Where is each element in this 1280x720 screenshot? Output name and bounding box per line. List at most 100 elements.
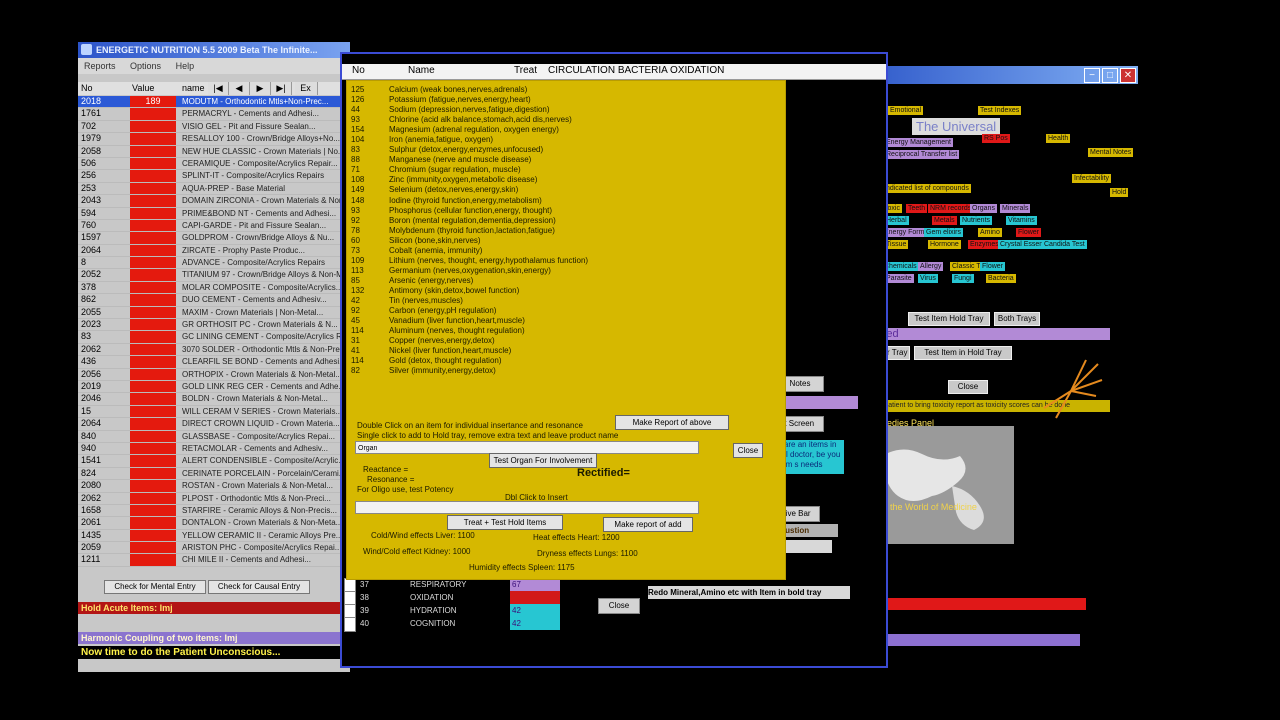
table-row[interactable]: 15 WILL CERAM V SERIES - Crown Materials.… bbox=[78, 405, 350, 419]
make-report-add-button[interactable]: Make report of add bbox=[603, 517, 693, 532]
test-item-hold-tray-button[interactable]: Test Item in Hold Tray above bbox=[914, 346, 1012, 369]
category-chip[interactable]: Parasite bbox=[884, 274, 914, 283]
minimize-icon[interactable]: − bbox=[1084, 68, 1100, 83]
close-button[interactable]: Close bbox=[948, 380, 988, 394]
category-chip[interactable]: Energy Management bbox=[884, 138, 953, 147]
category-chip[interactable]: Indicated list of compounds bbox=[882, 184, 971, 193]
menu-reports[interactable]: Reports bbox=[84, 61, 116, 71]
test-hold-tray-button[interactable]: Test Item Hold Tray above bbox=[908, 312, 990, 335]
table-row[interactable]: 2059 ARISTON PHC - Composite/Acrylics Rep… bbox=[78, 542, 350, 555]
nav-next-button[interactable]: ▶ bbox=[250, 82, 271, 95]
column-no[interactable]: No bbox=[81, 82, 93, 95]
close-button[interactable]: Close bbox=[598, 598, 640, 614]
list-item[interactable]: 92 Carbon (energy,pH regulation) bbox=[349, 306, 779, 316]
bold-tray-button[interactable]: Redo Mineral,Amino etc with Item in bold… bbox=[648, 586, 850, 599]
list-item[interactable]: 104 Iron (anemia,fatigue, oxygen) bbox=[349, 135, 779, 145]
table-row[interactable]: 2056 ORTHOPIX - Crown Materials & Non-Met… bbox=[78, 368, 350, 381]
category-chip[interactable]: Test Indexes bbox=[978, 106, 1022, 115]
list-item[interactable]: 109 Lithium (nerves, thought, energy,hypo… bbox=[349, 256, 779, 266]
list-item[interactable]: 88 Manganese (nerve and muscle disease) bbox=[349, 155, 779, 165]
make-report-above-button[interactable]: Make Report of above bbox=[615, 415, 729, 430]
list-item[interactable]: 114 Gold (detox, thought regulation) bbox=[349, 356, 779, 366]
table-row[interactable]: 862 DUO CEMENT - Cements and Adhesiv... bbox=[78, 294, 350, 307]
table-row[interactable]: 2062 PLPOST - Orthodontic Mtls & Non-Prec… bbox=[78, 492, 350, 505]
test-organ-button[interactable]: Test Organ For Involvement bbox=[489, 453, 597, 468]
table-row[interactable]: 253 AQUA-PREP - Base Material bbox=[78, 182, 350, 196]
category-chip[interactable]: Minerals bbox=[1000, 204, 1031, 213]
list-item[interactable]: 78 Molybdenum (thyroid function,lactation… bbox=[349, 226, 779, 236]
list-item[interactable]: 31 Copper (nerves,energy,detox) bbox=[349, 336, 779, 346]
table-row[interactable]: 8 ADVANCE - Composite/Acrylics Repairs bbox=[78, 257, 350, 270]
list-item[interactable]: 126 Potassium (fatigue,nerves,energy,hear… bbox=[349, 95, 779, 105]
category-chip[interactable]: NRM records bbox=[928, 204, 974, 213]
list-item[interactable]: 149 Selenium (detox,nerves,energy,skin) bbox=[349, 185, 779, 195]
category-chip[interactable]: Flower bbox=[980, 262, 1006, 271]
category-chip[interactable]: Enzymes bbox=[968, 240, 1001, 249]
table-row[interactable]: 594 PRIME&BOND NT - Cements and Adhesi... bbox=[78, 207, 350, 220]
category-chip[interactable]: Mental Notes bbox=[1088, 148, 1134, 157]
category-chip[interactable]: Infectability bbox=[1072, 174, 1112, 183]
list-item[interactable]: 45 Vanadium (liver function,heart,muscle) bbox=[349, 316, 779, 326]
category-chip[interactable]: Organs bbox=[970, 204, 997, 213]
maximize-icon[interactable]: □ bbox=[1102, 68, 1118, 83]
table-row[interactable]: 2062 3070 SOLDER - Orthodontic Mtls & Non… bbox=[78, 343, 350, 357]
insert-input[interactable] bbox=[355, 501, 699, 514]
check-mental-entry-button[interactable]: Check for Mental Entry bbox=[104, 580, 206, 594]
list-item[interactable]: 71 Chromium (sugar regulation, muscle) bbox=[349, 165, 779, 175]
list-item[interactable]: 85 Arsenic (energy,nerves) bbox=[349, 276, 779, 286]
table-row[interactable]: 760 CAPI-GARDE - Pit and Fissure Sealan..… bbox=[78, 219, 350, 233]
table-row[interactable]: 1435 YELLOW CERAMIC II - Ceramic Alloys P… bbox=[78, 529, 350, 543]
table-row[interactable]: 2055 MAXIM - Crown Materials | Non-Metal.… bbox=[78, 306, 350, 320]
list-item[interactable]: 114 Aluminum (nerves, thought regulation) bbox=[349, 326, 779, 336]
table-row[interactable]: 1597 GOLDPROM - Crown/Bridge Alloys & Nu.… bbox=[78, 232, 350, 245]
table-row[interactable]: 2064 ZIRCATE - Prophy Paste Produc... bbox=[78, 244, 350, 258]
table-row[interactable]: 256 SPLINT-IT - Composite/Acrylics Repair… bbox=[78, 170, 350, 183]
nav-last-button[interactable]: ▶| bbox=[271, 82, 292, 95]
nav-first-button[interactable]: |◀ bbox=[208, 82, 229, 95]
table-row[interactable]: 824 CERINATE PORCELAIN - Porcelain/Cerami… bbox=[78, 467, 350, 481]
list-item[interactable]: 42 Tin (nerves,muscles) bbox=[349, 296, 779, 306]
list-item[interactable]: 83 Sulphur (detox,energy,enzymes,unfocuse… bbox=[349, 145, 779, 155]
list-item[interactable]: 93 Phosphorus (cellular function,energy, … bbox=[349, 206, 779, 216]
list-item[interactable]: 148 Iodine (thyroid function,energy,metab… bbox=[349, 196, 779, 206]
category-chip[interactable]: Gem elixirs bbox=[924, 228, 964, 237]
list-item[interactable]: 44 Sodium (depression,nerves,fatigue,dige… bbox=[349, 105, 779, 115]
table-row[interactable]: 2080 ROSTAN - Crown Materials & Non-Metal… bbox=[78, 480, 350, 493]
treat-hold-items-button[interactable]: Treat + Test Hold Items bbox=[447, 515, 563, 530]
close-button[interactable]: Close bbox=[733, 443, 763, 458]
table-row[interactable]: 2046 BOLDN - Crown Materials & Non-Metal.… bbox=[78, 393, 350, 406]
table-row[interactable]: 702 VISIO GEL - Pit and Fissure Sealan... bbox=[78, 120, 350, 134]
table-row[interactable]: 1761 PERMACRYL - Cements and Adhesi... bbox=[78, 108, 350, 121]
list-item[interactable]: 82 Silver (immunity,energy,detox) bbox=[349, 366, 779, 376]
category-chip[interactable]: Amino bbox=[978, 228, 1002, 237]
category-chip[interactable]: Hold bbox=[1110, 188, 1129, 197]
table-row[interactable]: 2018 189 MODUTM - Orthodontic Mtls+Non-Pre… bbox=[78, 96, 350, 109]
category-chip[interactable]: Hormone bbox=[928, 240, 961, 249]
category-chip[interactable]: Flower bbox=[1016, 228, 1042, 237]
close-icon[interactable]: ✕ bbox=[1120, 68, 1136, 83]
list-item[interactable]: 41 Nickel (liver function,heart,muscle) bbox=[349, 346, 779, 356]
category-chip[interactable]: Vitamins bbox=[1006, 216, 1037, 225]
category-chip[interactable]: RS Pos bbox=[982, 134, 1010, 143]
category-chip[interactable]: Emotional bbox=[888, 106, 924, 115]
category-chip[interactable]: Candida Test bbox=[1042, 240, 1087, 249]
table-row[interactable]: 1658 STARFIRE - Ceramic Alloys & Non-Prec… bbox=[78, 504, 350, 518]
table-row[interactable]: 940 RETACMOLAR - Cements and Adhesiv... bbox=[78, 442, 350, 456]
table-row[interactable]: 2064 DIRECT CROWN LIQUID - Crown Materia.… bbox=[78, 418, 350, 431]
table-row[interactable]: 436 CLEARFIL SE BOND - Cements and Adhesi… bbox=[78, 356, 350, 369]
table-row[interactable]: 2058 NEW HUE CLASSIC - Crown Materials | … bbox=[78, 145, 350, 158]
both-trays-button[interactable]: Both Trays bbox=[994, 312, 1040, 326]
list-item[interactable]: 93 Chlorine (acid alk balance,stomach,aci… bbox=[349, 115, 779, 125]
category-chip[interactable]: Fungi bbox=[952, 274, 974, 283]
category-chip[interactable]: Virus bbox=[918, 274, 938, 283]
column-value[interactable]: Value bbox=[132, 82, 154, 95]
list-item[interactable]: 132 Antimony (skin,detox,bowel function) bbox=[349, 286, 779, 296]
category-chip[interactable]: Nutrients bbox=[960, 216, 993, 225]
table-row[interactable]: 1541 ALERT CONDENSIBLE - Composite/Acryli… bbox=[78, 455, 350, 468]
list-item[interactable]: 125 Calcium (weak bones,nerves,adrenals) bbox=[349, 85, 779, 95]
table-row[interactable]: 2019 GOLD LINK REG CER - Cements and Adhe… bbox=[78, 380, 350, 394]
list-item[interactable]: 73 Cobalt (anemia, immunity) bbox=[349, 246, 779, 256]
check-causal-entry-button[interactable]: Check for Causal Entry bbox=[208, 580, 310, 594]
category-chip[interactable]: Reciprocal Transfer list bbox=[884, 150, 960, 159]
category-chip[interactable]: Bacteria bbox=[986, 274, 1016, 283]
